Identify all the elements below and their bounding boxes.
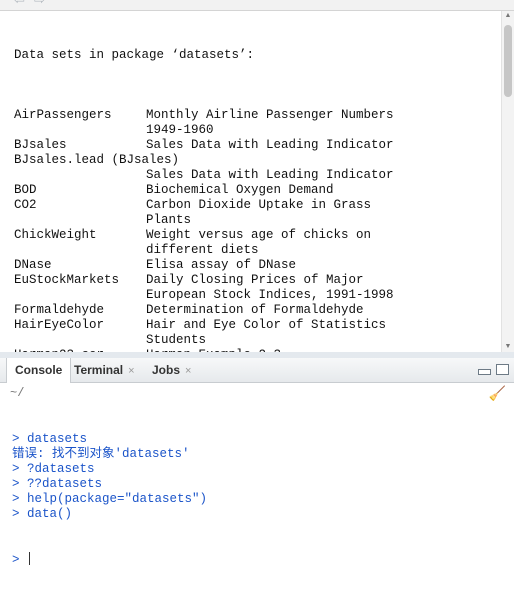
error-text: 错误: 找不到对象'datasets': [12, 447, 190, 461]
dataset-description: Weight versus age of chicks on: [146, 228, 372, 242]
command-text: datasets: [27, 432, 88, 446]
dataset-row: HairEyeColor Hair and Eye Color of Statis…: [14, 318, 504, 333]
dataset-row: AirPassengers Monthly Airline Passenger N…: [14, 108, 504, 123]
help-toolbar: ⇦ ⇨: [0, 0, 514, 11]
datasets-listing: Data sets in package ‘datasets’: AirPass…: [14, 18, 504, 352]
dataset-name: BJsales.lead (BJsales): [14, 153, 180, 167]
dataset-description: Biochemical Oxygen Demand: [146, 183, 334, 197]
dataset-description: 1949-1960: [146, 123, 214, 137]
console-pane: Console Terminal × Jobs × ~/ 🧹 > datasets 错…: [0, 358, 514, 567]
dataset-name: EuStockMarkets: [14, 273, 120, 287]
dataset-name: DNase: [14, 258, 52, 272]
console-prompt: >: [12, 462, 20, 476]
console-prompt: >: [12, 553, 20, 567]
dataset-name: BJsales: [14, 138, 67, 152]
console-command-line: > ??datasets: [12, 477, 502, 492]
close-icon[interactable]: ×: [128, 365, 134, 377]
dataset-row: Students: [14, 333, 504, 348]
dataset-row: BJsales Sales Data with Leading Indicator: [14, 138, 504, 153]
vertical-scrollbar[interactable]: ▲ ▼: [501, 11, 514, 352]
scroll-down-icon[interactable]: ▼: [502, 342, 514, 352]
console-output[interactable]: > datasets 错误: 找不到对象'datasets' > ?datasets…: [12, 402, 502, 597]
console-command-line: > ?datasets: [12, 462, 502, 477]
tab-terminal[interactable]: Terminal ×: [66, 358, 143, 382]
dataset-name: AirPassengers: [14, 108, 112, 122]
console-prompt: >: [12, 492, 20, 506]
dataset-description: Carbon Dioxide Uptake in Grass: [146, 198, 372, 212]
command-text: ?datasets: [27, 462, 95, 476]
tab-jobs[interactable]: Jobs ×: [144, 358, 199, 382]
console-command-line: > data(): [12, 507, 502, 522]
dataset-description: Monthly Airline Passenger Numbers: [146, 108, 394, 122]
tab-terminal-label: Terminal: [74, 363, 124, 377]
minimize-icon[interactable]: [478, 369, 491, 375]
console-tabbar: Console Terminal × Jobs ×: [0, 358, 514, 383]
dataset-row: CO2 Carbon Dioxide Uptake in Grass: [14, 198, 504, 213]
broom-icon[interactable]: 🧹: [489, 385, 506, 402]
dataset-description: Students: [146, 333, 207, 347]
console-input-line[interactable]: >: [12, 552, 502, 567]
dataset-row: Formaldehyde Determination of Formaldehyd…: [14, 303, 504, 318]
back-arrow-icon[interactable]: ⇦: [14, 0, 25, 8]
dataset-row: DNase Elisa assay of DNase: [14, 258, 504, 273]
dataset-row: ChickWeight Weight versus age of chicks o…: [14, 228, 504, 243]
command-text: help(package="datasets"): [27, 492, 208, 506]
console-prompt: >: [12, 432, 20, 446]
dataset-row: BOD Biochemical Oxygen Demand: [14, 183, 504, 198]
dataset-description: different diets: [146, 243, 259, 257]
dataset-description: Determination of Formaldehyde: [146, 303, 364, 317]
dataset-row: BJsales.lead (BJsales): [14, 153, 504, 168]
console-header: ~/ 🧹: [0, 383, 514, 403]
dataset-name: HairEyeColor: [14, 318, 105, 332]
working-directory[interactable]: ~/: [10, 386, 24, 400]
dataset-row: EuStockMarkets Daily Closing Prices of Ma…: [14, 273, 504, 288]
dataset-description: European Stock Indices, 1991-1998: [146, 288, 394, 302]
console-prompt: >: [12, 507, 20, 521]
console-prompt: >: [12, 477, 20, 491]
console-command-line: > datasets: [12, 432, 502, 447]
dataset-row: Plants: [14, 213, 504, 228]
dataset-description: Daily Closing Prices of Major: [146, 273, 364, 287]
tab-console-label: Console: [15, 363, 63, 377]
forward-arrow-icon[interactable]: ⇨: [34, 0, 45, 8]
dataset-description: Hair and Eye Color of Statistics: [146, 318, 387, 332]
command-text: ??datasets: [27, 477, 103, 491]
close-icon[interactable]: ×: [185, 365, 191, 377]
tab-console[interactable]: Console: [6, 358, 72, 383]
dataset-row: European Stock Indices, 1991-1998: [14, 288, 504, 303]
tab-jobs-label: Jobs: [152, 363, 181, 377]
help-output-pane: ⇦ ⇨ Data sets in package ‘datasets’: Air…: [0, 0, 514, 352]
maximize-icon[interactable]: [496, 364, 509, 375]
scroll-up-icon[interactable]: ▲: [502, 11, 514, 21]
dataset-description: Elisa assay of DNase: [146, 258, 297, 272]
dataset-description: Sales Data with Leading Indicator: [146, 138, 394, 152]
dataset-row: Sales Data with Leading Indicator: [14, 168, 504, 183]
dataset-row: different diets: [14, 243, 504, 258]
dataset-name: BOD: [14, 183, 37, 197]
dataset-description: Plants: [146, 213, 192, 227]
dataset-name: Formaldehyde: [14, 303, 105, 317]
listing-heading: Data sets in package ‘datasets’:: [14, 48, 255, 62]
console-command-line: > help(package="datasets"): [12, 492, 502, 507]
dataset-description: Sales Data with Leading Indicator: [146, 168, 394, 182]
dataset-name: ChickWeight: [14, 228, 97, 242]
dataset-name: CO2: [14, 198, 37, 212]
dataset-row: 1949-1960: [14, 123, 504, 138]
command-text: data(): [27, 507, 73, 521]
console-error-line: 错误: 找不到对象'datasets': [12, 447, 502, 462]
scrollbar-thumb[interactable]: [504, 25, 512, 97]
text-cursor: [29, 552, 31, 565]
